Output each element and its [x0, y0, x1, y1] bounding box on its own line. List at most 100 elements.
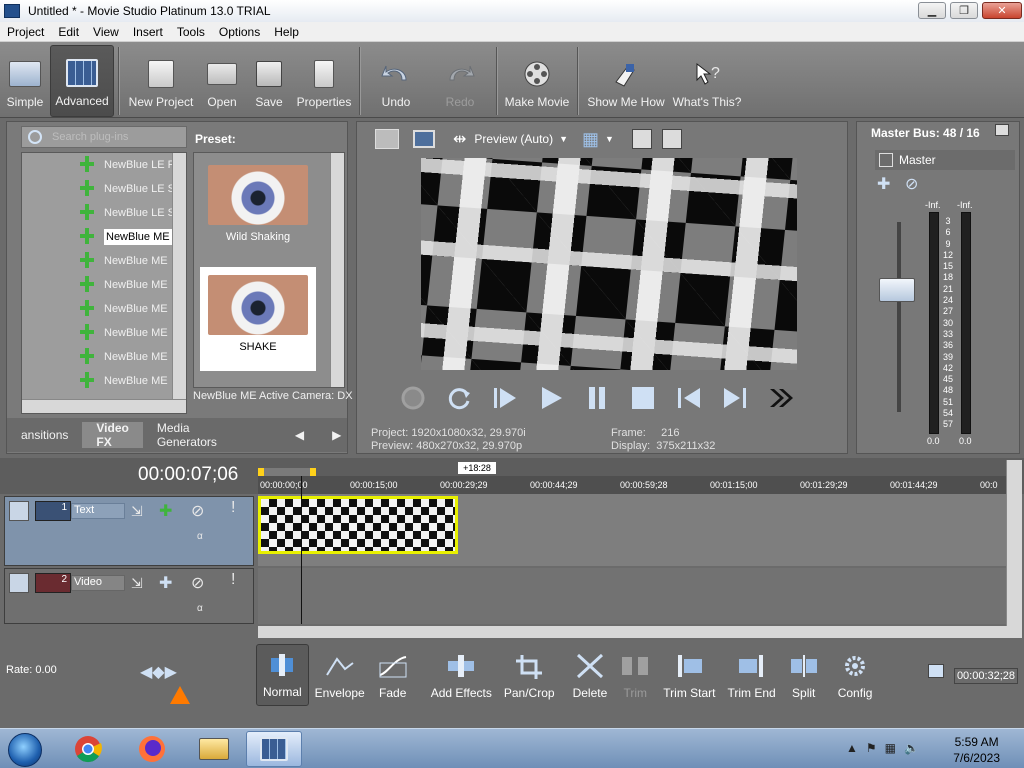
record-icon[interactable] — [397, 382, 429, 414]
plugin-tree[interactable]: NewBlue LE F NewBlue LE S NewBlue LE S N… — [21, 152, 187, 414]
network-icon[interactable]: ▦ — [885, 741, 896, 755]
track-expand-icon[interactable] — [9, 501, 29, 521]
close-button[interactable]: ✕ — [982, 2, 1022, 19]
track-lane-2[interactable] — [258, 568, 1006, 624]
redo-button[interactable]: Redo — [428, 45, 492, 117]
go-to-start-icon[interactable] — [673, 382, 705, 414]
maximize-button[interactable]: ❐ — [950, 2, 978, 19]
tab-scroll-left-icon[interactable]: ◀ — [281, 422, 318, 448]
plugin-item[interactable]: NewBlue LE F — [22, 153, 186, 177]
insert-fx-icon[interactable]: ✚ — [877, 174, 890, 194]
tray-expand-icon[interactable]: ▲ — [846, 741, 858, 755]
fx-icon[interactable] — [879, 153, 893, 167]
firefox-icon[interactable] — [124, 731, 180, 767]
play-from-start-icon[interactable] — [489, 382, 521, 414]
envelope-tool-button[interactable]: Envelope — [309, 644, 371, 706]
plugin-item[interactable]: NewBlue LE S — [22, 201, 186, 225]
mute-icon[interactable]: ⊘ — [191, 573, 204, 593]
menu-options[interactable]: Options — [212, 25, 267, 39]
add-effects-button[interactable]: Add Effects — [425, 644, 498, 706]
track-fx-icon[interactable]: ✚ — [159, 573, 172, 593]
preset-list[interactable]: Wild Shaking SHAKE — [193, 152, 345, 388]
trim-end-button[interactable]: Trim End — [721, 644, 781, 706]
save-button[interactable]: Save — [245, 45, 293, 117]
track-name[interactable]: Video — [71, 575, 125, 591]
mute-icon[interactable]: ⊘ — [191, 501, 204, 521]
split-screen-icon[interactable]: ⇹ — [453, 129, 466, 149]
stop-icon[interactable] — [627, 382, 659, 414]
compositing-icon[interactable]: α — [197, 603, 203, 614]
action-center-icon[interactable]: ⚑ — [866, 741, 877, 755]
timeline-cursor[interactable] — [301, 476, 302, 624]
preview-quality-dropdown[interactable]: Preview (Auto) — [474, 132, 553, 146]
split-button[interactable]: Split — [782, 644, 826, 706]
start-button[interactable] — [8, 733, 42, 767]
menu-project[interactable]: Project — [0, 25, 51, 39]
pause-icon[interactable] — [581, 382, 613, 414]
volume-icon[interactable]: 🔈 — [904, 741, 919, 755]
show-me-how-button[interactable]: Show Me How — [582, 45, 670, 117]
rate-slider-icon[interactable]: ◀◆▶ — [140, 662, 177, 682]
normal-tool-button[interactable]: Normal — [256, 644, 309, 706]
plugin-item[interactable]: NewBlue LE S — [22, 177, 186, 201]
explorer-icon[interactable] — [186, 731, 242, 767]
search-input[interactable]: Search plug-ins — [21, 126, 187, 148]
solo-icon[interactable]: ! — [231, 571, 235, 589]
more-transport-icon[interactable] — [765, 382, 797, 414]
config-button[interactable]: Config — [832, 644, 879, 706]
menu-insert[interactable]: Insert — [126, 25, 170, 39]
loop-region-bar[interactable]: +18:28 — [258, 462, 1006, 476]
preset-item-selected[interactable]: SHAKE — [200, 267, 316, 371]
preview-properties-icon[interactable] — [375, 129, 399, 149]
plugin-item[interactable]: NewBlue ME — [22, 321, 186, 345]
chevron-down-icon[interactable]: ▼ — [559, 134, 568, 144]
menu-edit[interactable]: Edit — [51, 25, 86, 39]
plugin-item[interactable]: NewBlue ME — [22, 345, 186, 369]
track-name[interactable]: Text — [71, 503, 125, 519]
pan-crop-button[interactable]: Pan/Crop — [498, 644, 561, 706]
plugin-item[interactable]: NewBlue ME — [22, 369, 186, 393]
open-button[interactable]: Open — [199, 45, 245, 117]
tab-scroll-right-icon[interactable]: ▶ — [318, 422, 355, 448]
save-snapshot-icon[interactable] — [661, 129, 682, 149]
tree-vertical-scrollbar[interactable] — [172, 153, 186, 399]
track-motion-icon[interactable]: ⇲ — [131, 575, 143, 592]
mixer-properties-icon[interactable] — [995, 124, 1009, 136]
track-expand-icon[interactable] — [9, 573, 29, 593]
menu-view[interactable]: View — [86, 25, 126, 39]
video-clip[interactable] — [258, 496, 458, 554]
timeline-vertical-scrollbar[interactable] — [1006, 460, 1022, 638]
volume-fader[interactable] — [879, 278, 915, 302]
overlays-grid-icon[interactable]: ▦ — [582, 129, 599, 150]
chevron-down-icon[interactable]: ▼ — [605, 134, 614, 144]
menu-help[interactable]: Help — [267, 25, 306, 39]
make-movie-button[interactable]: Make Movie — [501, 45, 573, 117]
external-monitor-icon[interactable] — [413, 130, 435, 148]
play-icon[interactable] — [535, 382, 567, 414]
plugin-item[interactable]: NewBlue ME — [22, 273, 186, 297]
fade-tool-button[interactable]: Fade — [371, 644, 415, 706]
track-fx-icon[interactable]: ✚ — [159, 501, 172, 521]
clock[interactable]: 5:59 AM 7/6/2023 — [953, 734, 1000, 766]
plugin-item[interactable]: NewBlue ME — [22, 297, 186, 321]
chrome-icon[interactable] — [60, 731, 116, 767]
delete-button[interactable]: Delete — [567, 644, 614, 706]
time-ruler[interactable]: 00:00:00;00 00:00:15;00 00:00:29;29 00:0… — [258, 476, 1006, 494]
solo-icon[interactable]: ! — [231, 499, 235, 517]
undo-button[interactable]: Undo — [364, 45, 428, 117]
tab-video-fx[interactable]: Video FX — [82, 421, 143, 449]
tab-media-generators[interactable]: Media Generators — [143, 421, 231, 449]
copy-snapshot-icon[interactable] — [631, 129, 652, 149]
movie-studio-taskbar-icon[interactable] — [246, 731, 302, 767]
tab-transitions[interactable]: ansitions — [7, 422, 82, 448]
menu-tools[interactable]: Tools — [170, 25, 212, 39]
properties-button[interactable]: Properties — [293, 45, 355, 117]
track-header-2[interactable]: 2 Video ⇲ ✚ ⊘ ! α — [4, 568, 254, 624]
minimize-button[interactable]: ▁ — [918, 2, 946, 19]
compositing-icon[interactable]: α — [197, 531, 203, 542]
rate-handle[interactable] — [170, 686, 190, 704]
go-to-end-icon[interactable] — [719, 382, 751, 414]
track-motion-icon[interactable]: ⇲ — [131, 503, 143, 520]
plugin-item-selected[interactable]: NewBlue ME — [22, 225, 186, 249]
mute-icon[interactable]: ⊘ — [905, 174, 918, 194]
